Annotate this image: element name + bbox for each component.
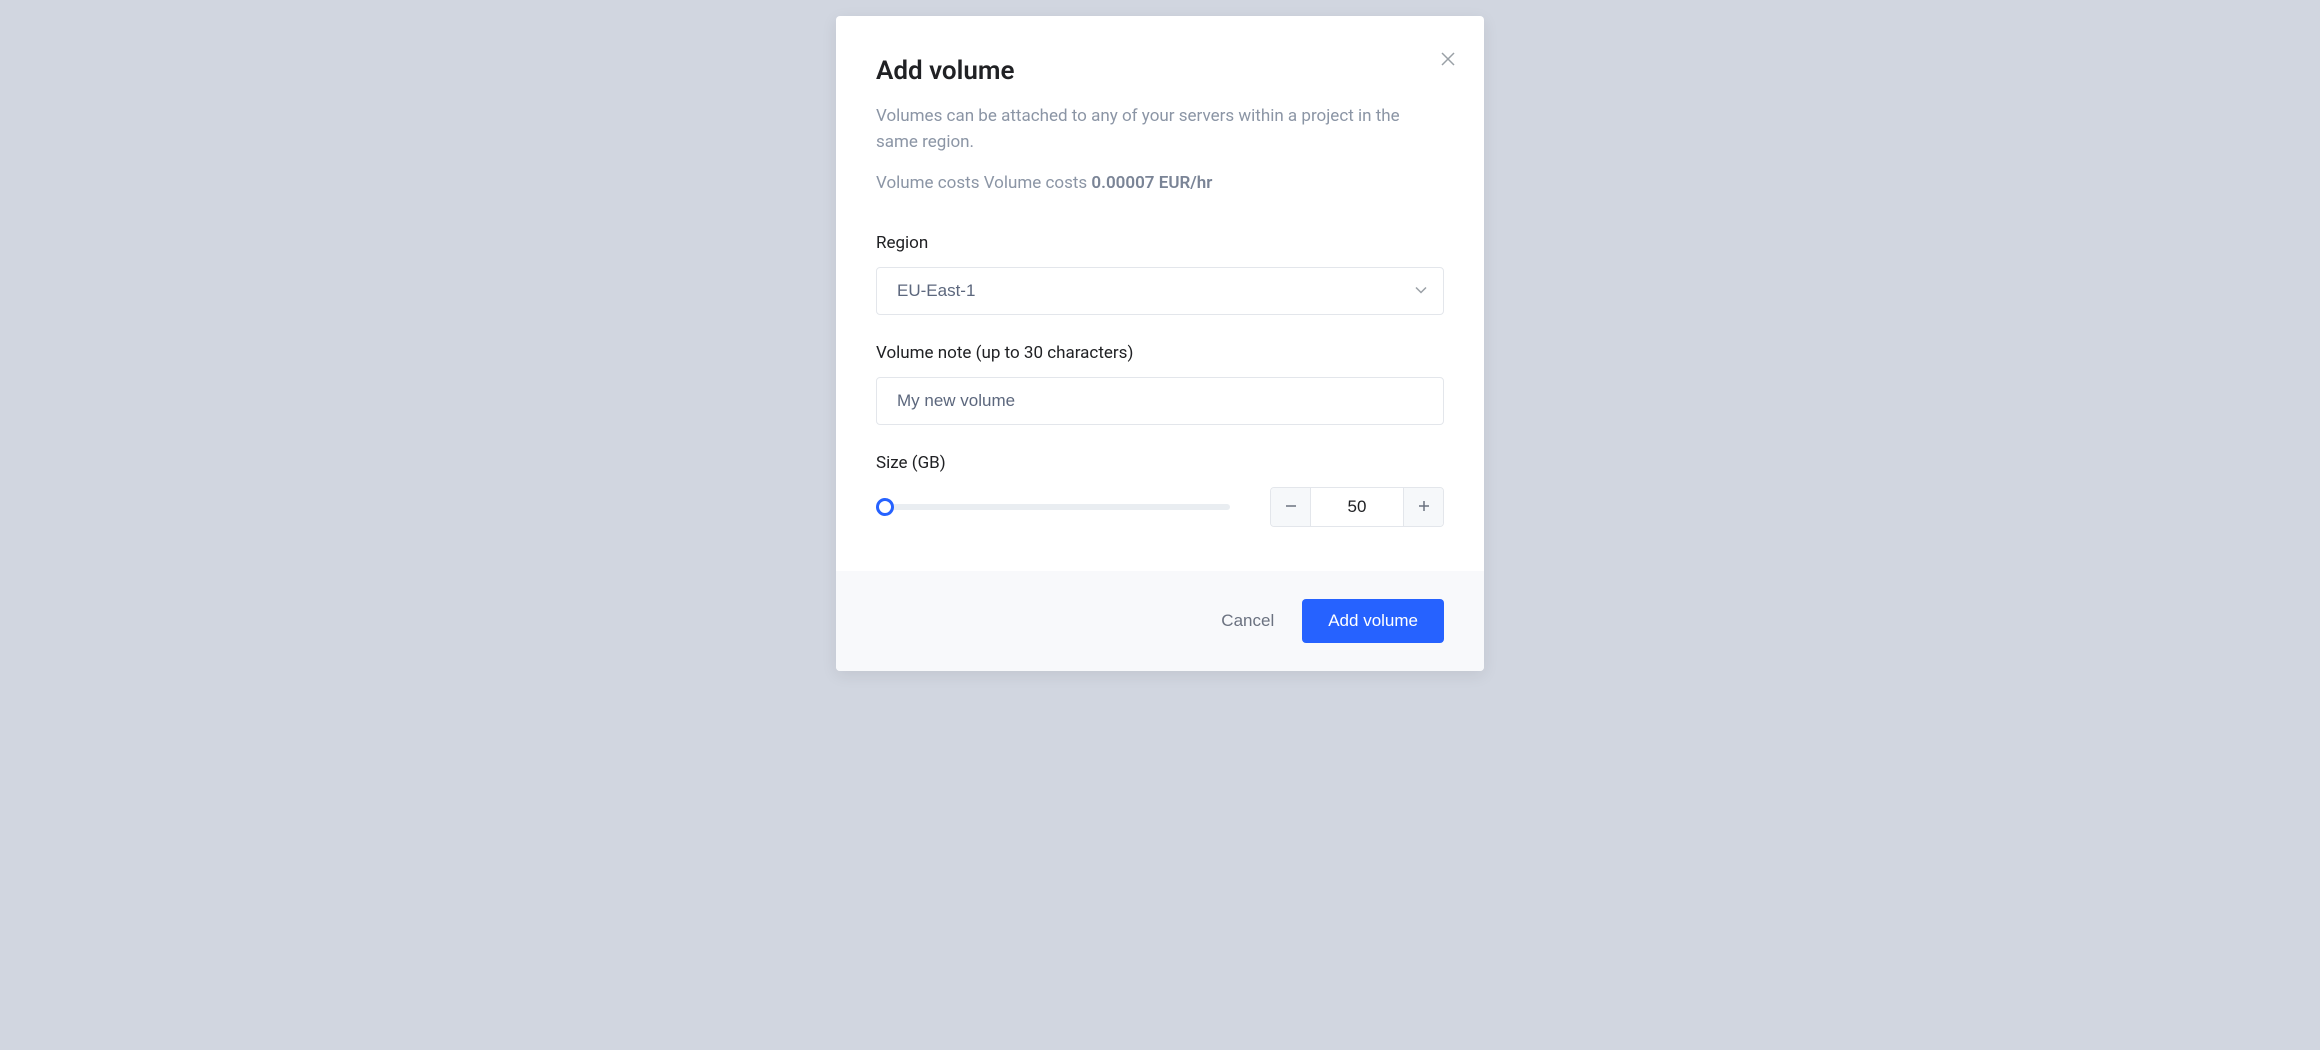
slider-handle[interactable] [876,498,894,516]
add-volume-button[interactable]: Add volume [1302,599,1444,643]
cancel-button[interactable]: Cancel [1221,611,1274,631]
region-label: Region [876,233,1444,253]
close-icon [1441,51,1455,70]
add-volume-modal: Add volume Volumes can be attached to an… [836,16,1484,671]
note-label: Volume note (up to 30 characters) [876,343,1444,363]
cost-line: Volume costs Volume costs 0.00007 EUR/hr [876,173,1444,193]
decrement-button[interactable] [1271,488,1311,526]
cost-value: 0.00007 EUR/hr [1091,173,1212,193]
size-row [876,487,1444,527]
region-select-wrap: EU-East-1 [876,267,1444,315]
close-button[interactable] [1436,48,1460,72]
size-label: Size (GB) [876,453,1444,473]
plus-icon [1417,498,1431,517]
volume-note-input[interactable] [876,377,1444,425]
modal-title: Add volume [876,56,1444,86]
cost-prefix: Volume costs Volume costs [876,173,1091,193]
region-select[interactable]: EU-East-1 [876,267,1444,315]
size-value-input[interactable] [1311,488,1403,526]
size-slider[interactable] [876,498,1230,516]
modal-body: Add volume Volumes can be attached to an… [836,16,1484,571]
slider-track [876,504,1230,510]
minus-icon [1284,498,1298,517]
size-stepper [1270,487,1444,527]
modal-footer: Cancel Add volume [836,571,1484,671]
modal-description: Volumes can be attached to any of your s… [876,104,1444,155]
increment-button[interactable] [1403,488,1443,526]
